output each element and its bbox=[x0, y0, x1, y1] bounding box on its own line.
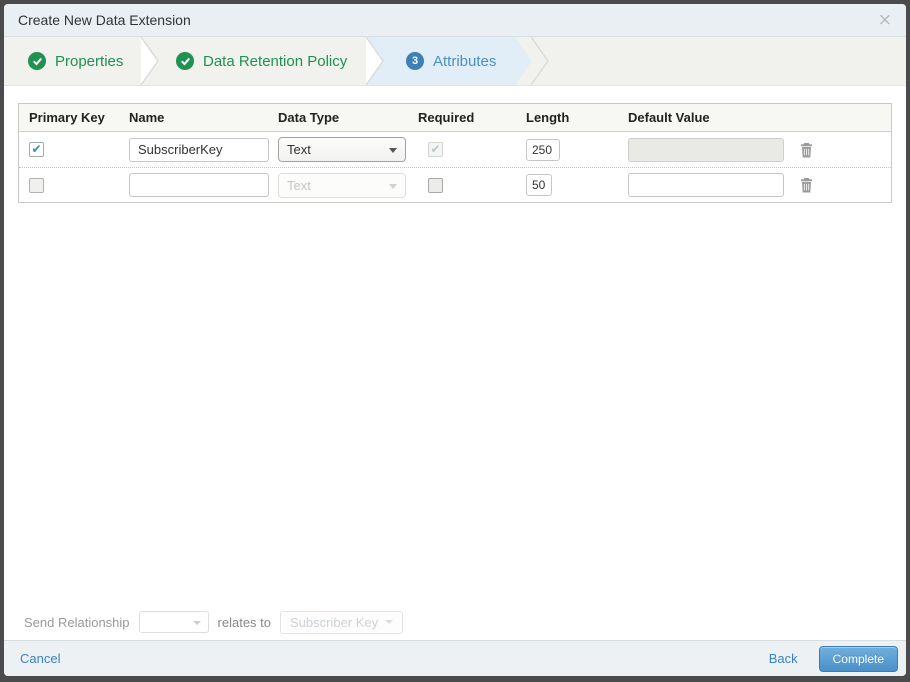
create-data-extension-modal: Create New Data Extension × Properties D… bbox=[4, 4, 906, 676]
modal-titlebar: Create New Data Extension × bbox=[4, 4, 906, 37]
step-label: Attributes bbox=[433, 52, 497, 70]
close-icon[interactable]: × bbox=[878, 11, 892, 29]
send-relationship-select bbox=[138, 611, 209, 633]
modal-footer: Cancel Back Complete bbox=[4, 640, 906, 676]
step-attributes[interactable]: 3 Attributes bbox=[406, 37, 496, 85]
relates-to-target-button: Subscriber Key bbox=[280, 610, 404, 634]
required-checkbox[interactable] bbox=[428, 177, 443, 193]
length-input[interactable] bbox=[526, 174, 552, 196]
trash-icon bbox=[801, 142, 812, 157]
header-default-value: Default Value bbox=[628, 110, 710, 125]
chevron-down-icon bbox=[192, 621, 201, 625]
chevron-down-icon bbox=[389, 148, 397, 153]
step-separator-chevron bbox=[141, 37, 159, 85]
delete-row-button[interactable] bbox=[799, 177, 814, 193]
field-name-input[interactable] bbox=[129, 173, 269, 197]
header-required: Required bbox=[418, 110, 475, 125]
default-value-input[interactable] bbox=[628, 173, 784, 197]
step-properties[interactable]: Properties bbox=[28, 37, 123, 85]
chevron-down-icon bbox=[389, 183, 397, 189]
step-number-badge: 3 bbox=[406, 52, 424, 70]
attributes-table: Primary Key Name Data Type Required Leng… bbox=[18, 103, 892, 203]
modal-content: Primary Key Name Data Type Required Leng… bbox=[4, 86, 906, 604]
data-type-select[interactable]: Text bbox=[278, 137, 406, 162]
required-checkbox: ✔ bbox=[428, 142, 443, 157]
step-label: Data Retention Policy bbox=[203, 52, 348, 70]
header-primary-key: Primary Key bbox=[29, 110, 105, 125]
step-data-retention-policy[interactable]: Data Retention Policy bbox=[176, 37, 347, 85]
primary-key-checkbox[interactable] bbox=[29, 177, 44, 193]
chevron-down-icon bbox=[385, 620, 394, 624]
check-icon: ✔ bbox=[31, 141, 42, 156]
relates-to-label: relates to bbox=[217, 614, 272, 630]
step-label: Properties bbox=[55, 52, 124, 70]
attribute-row-1: ✔ Text ✔ bbox=[19, 132, 891, 168]
data-type-select: Text bbox=[278, 172, 406, 198]
default-value-input bbox=[628, 137, 784, 162]
step-separator-chevron bbox=[531, 37, 549, 85]
trash-icon bbox=[801, 178, 812, 193]
send-relationship-label: Send Relationship bbox=[24, 614, 130, 630]
primary-key-checkbox[interactable]: ✔ bbox=[29, 142, 44, 157]
delete-row-button[interactable] bbox=[799, 142, 814, 158]
modal-title: Create New Data Extension bbox=[18, 12, 191, 28]
attribute-row-2: Text bbox=[19, 168, 891, 202]
send-relationship-row: Send Relationship relates to Subscriber … bbox=[4, 604, 906, 640]
cancel-link[interactable]: Cancel bbox=[20, 651, 60, 666]
complete-button[interactable]: Complete bbox=[818, 645, 898, 672]
field-name-input[interactable] bbox=[129, 137, 269, 162]
header-length: Length bbox=[526, 110, 570, 125]
step-complete-check-icon bbox=[28, 52, 46, 70]
header-data-type: Data Type bbox=[278, 110, 340, 125]
relates-to-target-value: Subscriber Key bbox=[290, 614, 379, 630]
step-complete-check-icon bbox=[176, 52, 194, 70]
back-link[interactable]: Back bbox=[769, 651, 798, 666]
length-input[interactable] bbox=[526, 138, 560, 161]
check-icon: ✔ bbox=[430, 141, 441, 156]
data-type-selected-value: Text bbox=[287, 177, 311, 193]
attributes-table-header: Primary Key Name Data Type Required Leng… bbox=[19, 104, 891, 132]
wizard-stepbar: Properties Data Retention Policy 3 Attri… bbox=[4, 37, 906, 86]
data-type-selected-value: Text bbox=[287, 142, 311, 157]
step-separator-chevron bbox=[366, 37, 384, 85]
header-name: Name bbox=[129, 110, 165, 125]
